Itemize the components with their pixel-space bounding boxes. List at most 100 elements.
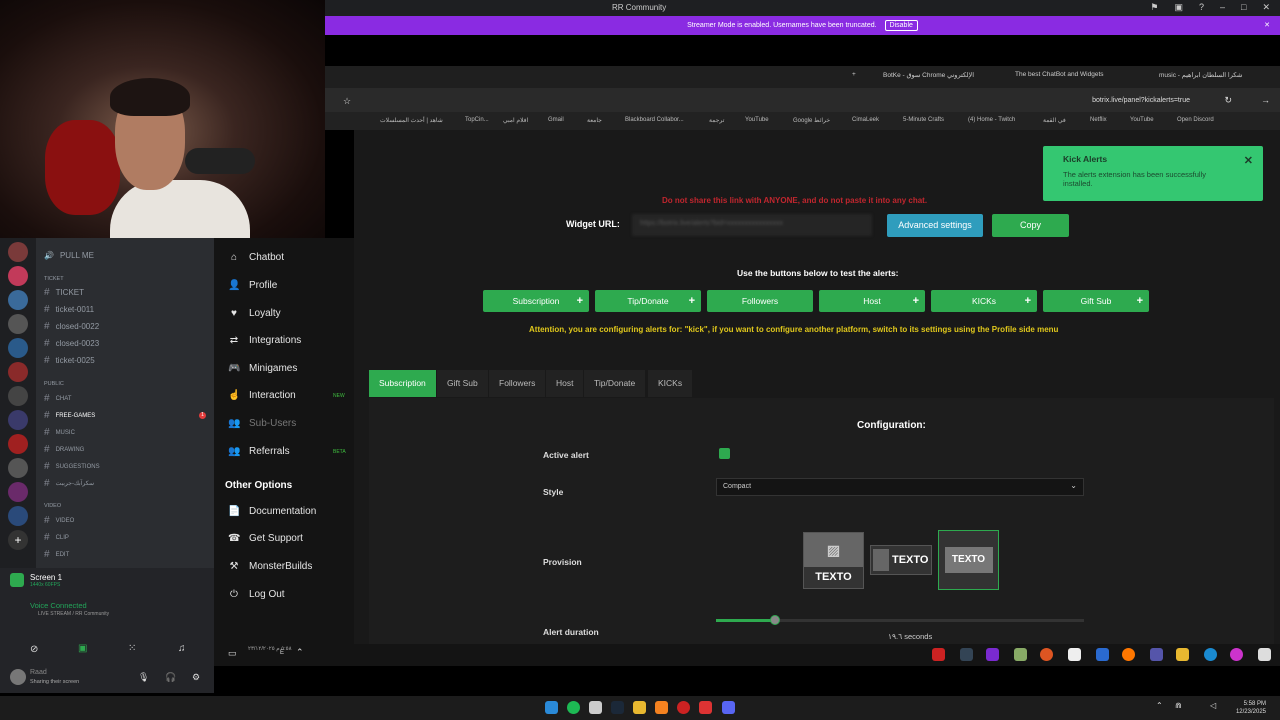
server-icon[interactable] <box>8 314 28 334</box>
volume-icon[interactable]: ◁ <box>1210 701 1216 710</box>
channel-item[interactable]: # سكرآبك-جرببت <box>44 478 94 489</box>
app-icon[interactable] <box>1068 648 1081 661</box>
nav-loyalty[interactable]: ♥ Loyalty <box>228 308 281 319</box>
nav-referrals[interactable]: 👥 Referrals BETA <box>228 446 346 457</box>
app-icon[interactable] <box>986 648 999 661</box>
test-subscription-button[interactable]: Subscription + <box>483 290 589 312</box>
bookmark-item[interactable]: ترجمة <box>709 117 724 124</box>
server-icon[interactable] <box>8 410 28 430</box>
soundboard-icon[interactable]: ♫ <box>178 643 186 654</box>
provision-option-inline[interactable]: TEXTO <box>870 545 932 575</box>
style-select[interactable]: Compact ⌄ <box>716 478 1084 496</box>
tab-subscription[interactable]: Subscription <box>369 370 436 397</box>
stream-icon[interactable]: ▣ <box>78 643 87 654</box>
steam-icon[interactable] <box>611 701 624 714</box>
nav-integrations[interactable]: ⇄ Integrations <box>228 335 301 346</box>
active-alert-checkbox[interactable] <box>719 448 730 459</box>
server-icon[interactable] <box>8 266 28 286</box>
category-public[interactable]: PUBLIC <box>44 381 64 387</box>
bookmark-item[interactable]: في القمة <box>1043 117 1066 124</box>
server-icon[interactable] <box>8 506 28 526</box>
bookmark-item[interactable]: 5-Minute Crafts <box>903 117 944 123</box>
tab-host[interactable]: Host <box>546 370 584 397</box>
brave-icon[interactable] <box>699 701 712 714</box>
mic-icon[interactable]: 🎙 <box>138 672 149 683</box>
test-followers-button[interactable]: Followers <box>707 290 813 312</box>
channel-item[interactable]: # VIDEO <box>44 515 74 526</box>
nav-chatbot[interactable]: ⌂ Chatbot <box>228 252 284 263</box>
voice-channel-item[interactable]: 🔊 PULL ME <box>44 251 94 260</box>
bookmark-item[interactable]: TopCin... <box>465 117 489 123</box>
provision-option-stacked[interactable]: ▨ TEXTO <box>803 532 864 589</box>
monitor-icon[interactable]: ▭ <box>228 648 237 659</box>
help-icon[interactable]: ? <box>1199 2 1204 13</box>
url-field[interactable]: botrix.live/panel?kickalerts=true <box>1092 97 1190 104</box>
widget-url-input[interactable]: https://botrix.live/alerts?bid=xxxxxxxxx… <box>632 214 872 236</box>
disable-streamer-button[interactable]: Disable <box>884 20 918 31</box>
bookmark-item[interactable]: Google خرائط <box>793 117 830 124</box>
edge-icon[interactable] <box>1204 648 1217 661</box>
channel-item[interactable]: # closed-0022 <box>44 321 99 332</box>
channel-item[interactable]: # CLIP <box>44 532 69 543</box>
channel-item[interactable]: # DRAWING <box>44 444 84 455</box>
chevron-up-icon[interactable]: ⌃ <box>1156 701 1163 710</box>
start-icon[interactable] <box>545 701 558 714</box>
app-icon[interactable] <box>1230 648 1243 661</box>
category-video[interactable]: VIDEO <box>44 503 61 509</box>
server-icon[interactable] <box>8 458 28 478</box>
server-icon[interactable] <box>8 386 28 406</box>
add-server-icon[interactable]: + <box>8 530 28 550</box>
bookmark-item[interactable]: Netflix <box>1090 117 1107 123</box>
bookmark-star-icon[interactable]: ☆ <box>343 96 351 107</box>
app-icon[interactable] <box>932 648 945 661</box>
test-tip-button[interactable]: Tip/Donate + <box>595 290 701 312</box>
channel-item[interactable]: # MUSIC <box>44 427 75 438</box>
advanced-settings-button[interactable]: Advanced settings <box>887 214 983 237</box>
test-kicks-button[interactable]: KICKs + <box>931 290 1037 312</box>
bookmark-item[interactable]: YouTube <box>745 117 769 123</box>
app-icon[interactable] <box>677 701 690 714</box>
nav-profile[interactable]: 👤 Profile <box>228 280 277 291</box>
server-icon[interactable] <box>8 362 28 382</box>
tab-tip-donate[interactable]: Tip/Donate <box>584 370 646 397</box>
nav-get-support[interactable]: ☎ Get Support <box>228 533 303 544</box>
nav-monsterbuilds[interactable]: ⚒ MonsterBuilds <box>228 561 313 572</box>
tab-followers[interactable]: Followers <box>489 370 546 397</box>
discord-icon[interactable] <box>722 701 735 714</box>
bookmark-item[interactable]: CimaLeek <box>852 117 879 123</box>
provision-option-overlay-selected[interactable]: TEXTO <box>938 530 999 590</box>
folder-icon[interactable] <box>633 701 646 714</box>
gear-icon[interactable]: ⚙ <box>192 672 200 683</box>
system-clock[interactable]: 5:58 PM 12/23/2025 <box>1236 700 1266 716</box>
inbox-icon[interactable]: ⚑ <box>1150 2 1158 13</box>
avatar[interactable] <box>10 669 26 685</box>
channel-item[interactable]: # CHAT <box>44 393 71 404</box>
channel-item[interactable]: # EDIT <box>44 549 69 560</box>
nav-interaction[interactable]: ☝ Interaction NEW <box>228 390 345 401</box>
nav-minigames[interactable]: 🎮 Minigames <box>228 363 297 374</box>
server-icon[interactable] <box>8 482 28 502</box>
bookmark-item[interactable]: (4) Home - Twitch <box>968 117 1015 123</box>
channel-item[interactable]: # ticket-0011 <box>44 304 94 315</box>
app-icon[interactable] <box>1096 648 1109 661</box>
app-icon[interactable] <box>1150 648 1163 661</box>
nav-documentation[interactable]: 📄 Documentation <box>228 506 316 517</box>
channel-item[interactable]: # closed-0023 <box>44 338 99 349</box>
app-icon[interactable] <box>655 701 668 714</box>
activity-icon[interactable]: ⁙ <box>128 643 136 654</box>
channel-item[interactable]: # TICKET <box>44 287 84 298</box>
close-button[interactable]: ✕ <box>1262 2 1270 13</box>
spotify-icon[interactable] <box>567 701 580 714</box>
tab-gift-sub[interactable]: Gift Sub <box>437 370 488 397</box>
browser-tab-active[interactable]: The best ChatBot and Widgets <box>1015 71 1104 78</box>
bookmark-item[interactable]: YouTube <box>1130 117 1154 123</box>
server-icon[interactable] <box>8 434 28 454</box>
nav-log-out[interactable]: ⏻ Log Out <box>228 589 285 600</box>
reload-icon[interactable]: ↻ <box>1224 95 1232 106</box>
server-icon[interactable] <box>8 242 28 262</box>
tab-kicks[interactable]: KICKs <box>648 370 693 397</box>
browser-tab[interactable]: music - شكرا السلطان ابراهيم <box>1159 71 1242 79</box>
maximize-button[interactable]: □ <box>1241 2 1246 13</box>
headphone-icon[interactable]: 🎧 <box>165 672 176 683</box>
close-icon[interactable]: ✕ <box>1244 154 1253 167</box>
